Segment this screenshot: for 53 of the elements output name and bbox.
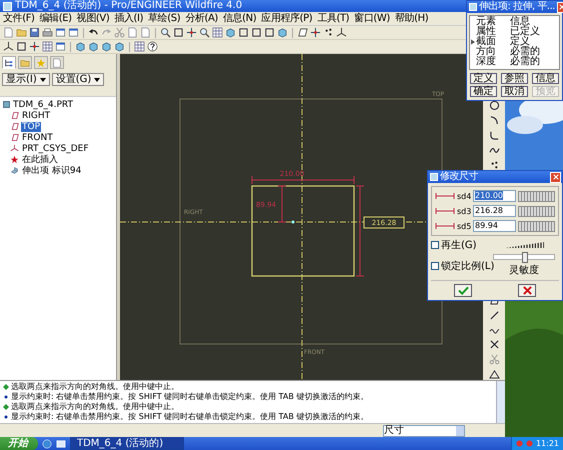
dialog-button[interactable]: 定义	[470, 73, 497, 84]
message-text: 选取两点来指示方向的对角线。使用中键中止。	[11, 382, 179, 392]
tree-item[interactable]: FRONT	[21, 132, 54, 142]
tree-item[interactable]: TDM_6_4.PRT	[13, 100, 74, 110]
dialog-title: 修改尺寸	[440, 171, 479, 183]
menu-item[interactable]: 工具(T)	[317, 12, 350, 24]
checkbox-label: 再生(G)	[441, 238, 477, 252]
menu-item[interactable]: 信息(N)	[222, 12, 256, 24]
start-button[interactable]: 开始	[0, 437, 38, 450]
tree-item[interactable]: 伸出项 标识94	[21, 164, 82, 177]
dimension-label: sd4	[457, 192, 471, 200]
dimension-label: sd5	[457, 222, 471, 230]
dropdown-button[interactable]: 设置(G)	[52, 73, 104, 86]
tree-item[interactable]: 在此插入	[21, 153, 59, 166]
table-cell: 定义	[510, 37, 530, 47]
table-cell-text: 属性	[476, 27, 497, 37]
dropdown-button[interactable]: 显示(I)	[2, 73, 50, 86]
column-header: 元素	[476, 17, 497, 27]
dialog-button[interactable]: 信息	[532, 73, 559, 84]
table-cell: 已定义	[510, 27, 540, 37]
message-text: 显示约束时: 右键单击禁用约束。按 SHIFT 键同时右键单击锁定约束。使用 TAB 键切换激活的约束。	[11, 412, 368, 422]
dialog-button[interactable]: 确定	[470, 86, 497, 97]
table-cell-text: 方向	[476, 47, 497, 57]
dimension-label: sd3	[457, 206, 471, 216]
value-field[interactable]: 210.00	[473, 190, 516, 202]
menu-item[interactable]: 视图(V)	[76, 12, 110, 24]
menu-item[interactable]: 插入(I)	[114, 12, 144, 24]
slider-label: 灵敏度	[509, 264, 539, 277]
menu-item[interactable]: 文件(F)	[3, 12, 35, 24]
dialog-title: 伸出项: 拉伸, 平...	[479, 1, 555, 13]
tree-item[interactable]: PRT_CSYS_DEF	[21, 144, 90, 154]
filter-dropdown[interactable]: 尺寸	[383, 424, 465, 436]
table-cell: 必需的	[510, 47, 540, 57]
message-text: 选取两点来指示方向的对角线。使用中键中止。	[11, 402, 179, 412]
column-header: 信息	[510, 17, 530, 27]
table-cell: 必需的	[510, 57, 540, 67]
menu-item[interactable]: 帮助(H)	[394, 12, 428, 24]
menu-item[interactable]: 窗口(W)	[354, 12, 390, 24]
taskbar-button[interactable]: TDM_6_4 (活动的)	[70, 437, 184, 450]
menu-item[interactable]: 分析(A)	[185, 12, 218, 24]
menu-item[interactable]: 草绘(S)	[148, 12, 180, 24]
clock: 11:21	[536, 439, 559, 448]
menu-item[interactable]: 编辑(E)	[40, 12, 72, 24]
value-field[interactable]: 89.94	[473, 220, 516, 232]
dialog-button[interactable]: 取消	[501, 86, 528, 97]
table-cell-text: 截面	[476, 37, 497, 47]
message-text: 显示约束时: 右键单击禁用约束。按 SHIFT 键同时右键单击锁定约束。使用 TAB 键切换激活的约束。	[11, 392, 368, 402]
menu-item[interactable]: 应用程序(P)	[261, 12, 312, 24]
tree-item[interactable]: TOP	[21, 122, 42, 132]
value-field[interactable]: 216.28	[473, 205, 516, 217]
window-title: TDM_6_4 (活动的) - Pro/ENGINEER Wildfire 4.0	[15, 0, 242, 12]
dialog-button[interactable]: 参照	[501, 73, 528, 84]
tree-item[interactable]: RIGHT	[21, 110, 52, 120]
